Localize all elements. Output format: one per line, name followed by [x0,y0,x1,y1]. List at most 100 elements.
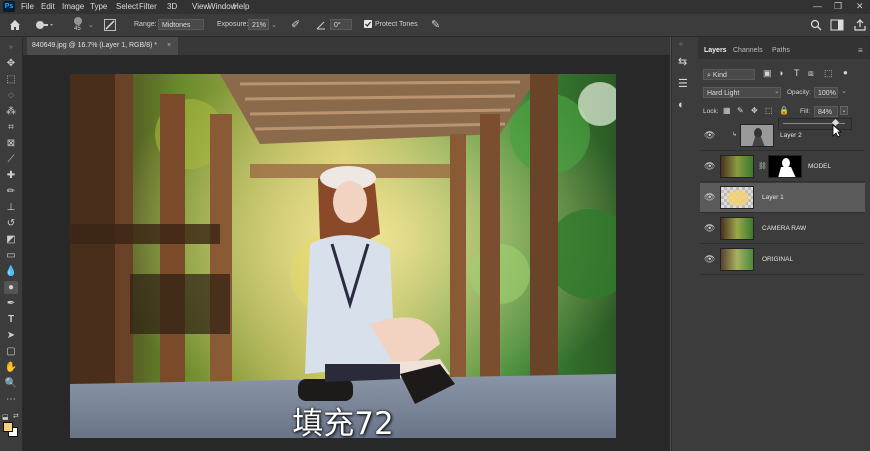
layer-mask-thumbnail[interactable] [768,155,802,178]
foreground-color-swatch[interactable] [3,422,13,432]
layer-row-layer-2[interactable]: 👁 ↳ Layer 2 [700,121,865,151]
history-panel-icon[interactable]: ⇆ [678,55,687,68]
chevron-down-icon[interactable]: ⌄ [88,21,94,29]
menu-image[interactable]: Image [62,2,84,11]
healing-brush-tool-icon[interactable]: ✚ [4,169,18,182]
menu-filter[interactable]: 3D [167,2,177,11]
layer-name[interactable]: CAMERA RAW [762,225,806,232]
filter-pixel-icon[interactable]: ▣ [763,68,772,79]
fill-input[interactable]: 84% [814,106,838,117]
menu-file[interactable]: File [21,2,34,11]
visibility-eye-icon[interactable]: 👁 [704,130,715,141]
history-brush-tool-icon[interactable]: ↺ [4,217,18,230]
protect-tones-checkbox[interactable] [364,20,372,28]
fill-dropdown-icon[interactable]: ⌄ [840,106,848,115]
swap-colors-icon[interactable]: ⇄ [13,412,19,420]
home-icon[interactable] [8,18,22,31]
eyedropper-tool-icon[interactable]: ⟋ [4,153,18,166]
opacity-chevron-icon[interactable]: ⌄ [841,87,847,95]
layer-name[interactable]: ORIGINAL [762,256,793,263]
exposure-input[interactable]: 21% [248,19,269,30]
restore-icon[interactable]: ❐ [834,1,842,12]
move-tool-icon[interactable]: ✥ [4,57,18,70]
close-icon[interactable]: ✕ [856,1,864,12]
document-canvas-image[interactable] [70,74,616,438]
airbrush-icon[interactable]: ✐ [291,18,300,31]
filter-toggle-icon[interactable]: ● [843,68,848,77]
menu-type[interactable]: Select [116,2,138,11]
rectangle-tool-icon[interactable]: ▢ [4,345,18,358]
menu-edit[interactable]: Edit [41,2,55,11]
layer-row-camera-raw[interactable]: 👁 CAMERA RAW [700,214,865,244]
workspace-icon[interactable] [830,19,844,31]
visibility-eye-icon[interactable]: 👁 [704,192,715,203]
filter-adjustment-icon[interactable]: ◑ [778,68,783,78]
minimize-icon[interactable]: — [813,1,822,11]
opacity-input[interactable]: 100% [814,87,838,98]
menu-window[interactable]: Help [233,2,249,11]
filter-shape-icon[interactable]: ⧈ [808,68,814,79]
brush-settings-icon[interactable] [104,19,116,31]
path-selection-tool-icon[interactable]: ➤ [4,329,18,342]
layer-thumbnail[interactable] [720,155,754,178]
layer-thumbnail[interactable] [720,217,754,240]
lock-position-icon[interactable]: ✥ [751,106,758,115]
layer-thumbnail[interactable] [720,248,754,271]
share-icon[interactable] [854,19,866,31]
collapse-panels-icon[interactable]: « [679,41,683,48]
tab-channels[interactable]: Channels [733,47,763,54]
dodge-tool-icon[interactable]: ● [4,281,18,294]
layer-thumbnail[interactable] [740,124,774,147]
menu-select[interactable]: Filter [139,2,157,11]
filter-smart-object-icon[interactable]: ⬚ [824,68,833,79]
filter-type-icon[interactable]: T [794,68,800,78]
collapse-icon[interactable]: » [4,41,18,54]
menu-layer[interactable]: Type [90,2,107,11]
angle-input[interactable]: 0° [330,19,352,30]
visibility-eye-icon[interactable]: 👁 [704,223,715,234]
default-colors-icon[interactable]: ⬓ [2,413,9,421]
layer-name[interactable]: Layer 2 [780,132,802,139]
layer-row-model[interactable]: 👁 ⛓ MODEL [700,152,865,182]
tab-paths[interactable]: Paths [772,47,790,54]
more-tools-icon[interactable]: ⋯ [4,393,18,406]
dodge-tool-icon[interactable] [34,19,54,31]
blend-mode-chevron-icon[interactable]: ⌄ [774,87,780,95]
chain-link-icon[interactable]: ⛓ [758,162,767,170]
zoom-tool-icon[interactable]: 🔍 [4,377,18,390]
kind-filter-select[interactable]: ⌕ Kind [703,69,755,80]
gradient-tool-icon[interactable]: ▭ [4,249,18,262]
lasso-tool-icon[interactable]: ◌ [4,89,18,102]
type-tool-icon[interactable]: T [4,313,18,326]
lock-transparent-icon[interactable]: ▦ [723,106,731,115]
layer-thumbnail[interactable] [720,186,754,209]
hand-tool-icon[interactable]: ✋ [4,361,18,374]
document-tab[interactable]: 840649.jpg @ 16.7% (Layer 1, RGB/8) * × [27,37,178,55]
range-select[interactable]: Midtones [158,19,204,30]
pen-tool-icon[interactable]: ✒ [4,297,18,310]
layer-name[interactable]: MODEL [808,163,831,170]
brush-tool-icon[interactable]: ✏ [4,185,18,198]
brush-preset-picker[interactable]: 45 [71,16,85,34]
panel-menu-icon[interactable]: ≡ [858,46,863,55]
quick-select-tool-icon[interactable]: ⁂ [4,105,18,118]
crop-tool-icon[interactable]: ⌗ [4,121,18,134]
frame-tool-icon[interactable]: ⊠ [4,137,18,150]
exposure-dropdown-icon[interactable]: ⌄ [271,21,277,29]
blend-mode-select[interactable]: Hard Light [703,87,781,98]
lock-image-icon[interactable]: ✎ [737,106,744,115]
layer-name[interactable]: Layer 1 [762,194,784,201]
visibility-eye-icon[interactable]: 👁 [704,161,715,172]
adjustments-panel-icon[interactable]: ◐ [678,99,685,111]
lock-all-icon[interactable]: 🔒 [779,106,789,115]
clone-stamp-tool-icon[interactable]: ⊥ [4,201,18,214]
lock-artboard-icon[interactable]: ⬚ [765,106,773,115]
properties-panel-icon[interactable]: ☰ [678,77,688,90]
pressure-icon[interactable]: ✎ [431,18,440,31]
visibility-eye-icon[interactable]: 👁 [704,254,715,265]
menu-3d[interactable]: View [192,2,209,11]
blur-tool-icon[interactable]: 💧 [4,265,18,278]
layer-row-original[interactable]: 👁 ORIGINAL [700,245,865,275]
tab-layers[interactable]: Layers [704,47,727,54]
layer-row-layer-1[interactable]: 👁 Layer 1 [700,183,865,213]
